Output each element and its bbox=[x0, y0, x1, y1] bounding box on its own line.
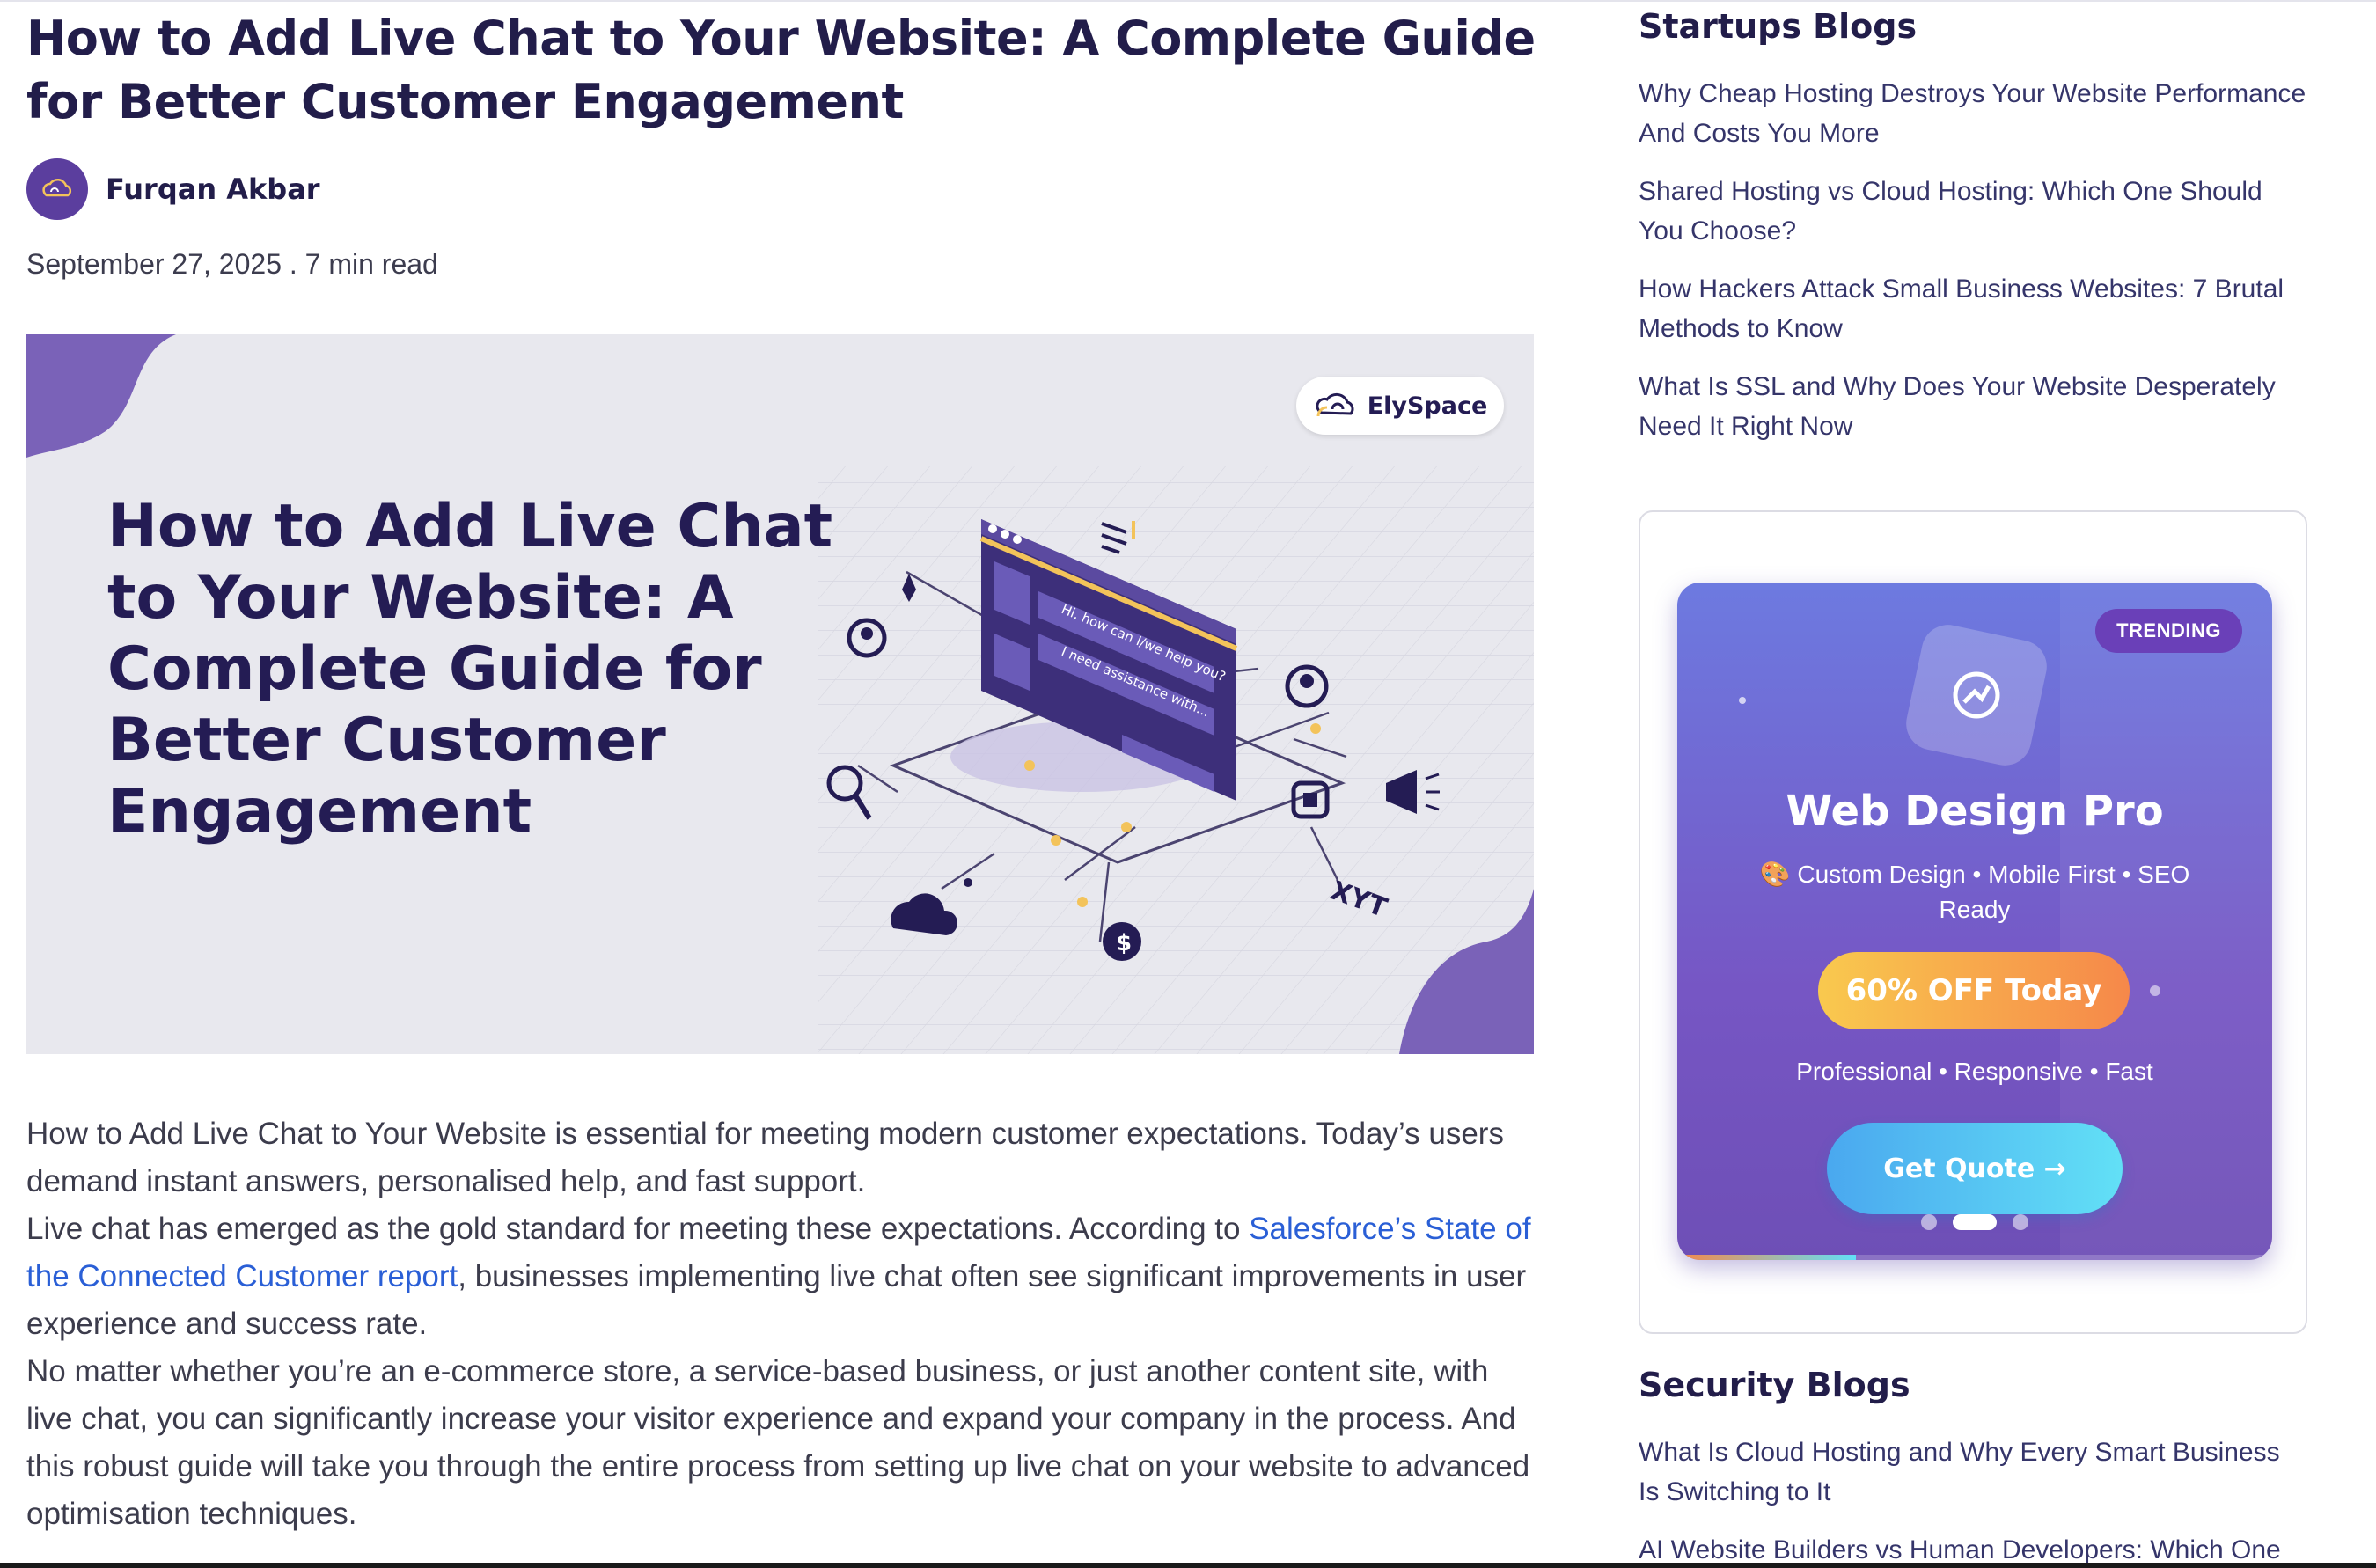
brand-badge: ElySpace bbox=[1296, 377, 1504, 435]
blog-link[interactable]: What Is SSL and Why Does Your Website De… bbox=[1639, 367, 2307, 446]
post-meta: September 27, 2025 . 7 min read bbox=[26, 248, 438, 280]
promo-widget: TRENDING Web Design Pro 🎨 Custom Design … bbox=[1639, 510, 2307, 1334]
discount-badge: 60% OFF Today bbox=[1818, 952, 2130, 1029]
trending-badge: TRENDING bbox=[2095, 609, 2242, 653]
carousel-progress bbox=[1677, 1255, 2272, 1260]
promo-card[interactable]: TRENDING Web Design Pro 🎨 Custom Design … bbox=[1677, 583, 2272, 1260]
sidebar: Startups Blogs Why Cheap Hosting Destroy… bbox=[1639, 0, 2307, 1564]
carousel-dot[interactable] bbox=[1921, 1214, 1937, 1230]
article-body: How to Add Live Chat to Your Website is … bbox=[26, 1110, 1536, 1538]
paragraph-guide: No matter whether you’re an e-commerce s… bbox=[26, 1354, 1530, 1531]
elyspace-logo-icon bbox=[42, 178, 72, 197]
article-title: How to Add Live Chat to Your Website: A … bbox=[26, 11, 1536, 129]
elyspace-logo-icon bbox=[1316, 392, 1354, 417]
paragraph-live-chat: Live chat has emerged as the gold standa… bbox=[26, 1205, 1536, 1348]
carousel-progress-fill bbox=[1677, 1255, 1856, 1260]
promo-icon bbox=[1901, 619, 2052, 771]
hero-title: How to Add Live Chat to Your Website: A … bbox=[107, 492, 833, 846]
dollar-icon: $ bbox=[1103, 922, 1141, 961]
blog-link[interactable]: How Hackers Attack Small Business Websit… bbox=[1639, 269, 2307, 348]
author-row[interactable]: Furqan Akbar bbox=[26, 158, 1536, 220]
design-logo-icon bbox=[1953, 671, 2000, 719]
security-blogs: Security Blogs What Is Cloud Hosting and… bbox=[1639, 1366, 2307, 1568]
article: How to Add Live Chat to Your Website: A … bbox=[26, 0, 1536, 1531]
blog-link[interactable]: What Is Cloud Hosting and Why Every Smar… bbox=[1639, 1432, 2307, 1512]
promo-features: 🎨 Custom Design • Mobile First • SEO Rea… bbox=[1759, 861, 2190, 923]
bottom-edge bbox=[0, 1563, 2376, 1568]
startups-blogs-heading: Startups Blogs bbox=[1639, 7, 1918, 46]
author-name[interactable]: Furqan Akbar bbox=[106, 172, 320, 206]
paragraph-intro: How to Add Live Chat to Your Website is … bbox=[26, 1117, 1504, 1198]
carousel-dot[interactable] bbox=[2013, 1214, 2028, 1230]
startups-blog-list: Why Cheap Hosting Destroys Your Website … bbox=[1639, 74, 2307, 446]
paragraph-text: Live chat has emerged as the gold standa… bbox=[26, 1212, 1250, 1246]
brand-name: ElySpace bbox=[1367, 392, 1488, 420]
blog-link[interactable]: Shared Hosting vs Cloud Hosting: Which O… bbox=[1639, 172, 2307, 251]
promo-title: Web Design Pro bbox=[1786, 787, 2164, 836]
security-blogs-heading: Security Blogs bbox=[1639, 1366, 1910, 1404]
promo-tagline: Professional • Responsive • Fast bbox=[1796, 1058, 2153, 1085]
blog-link[interactable]: Why Cheap Hosting Destroys Your Website … bbox=[1639, 74, 2307, 153]
carousel-dots bbox=[1677, 1214, 2272, 1230]
hero-image: Hi, how can I/we help you? I need assist… bbox=[26, 334, 1534, 1054]
svg-text:$: $ bbox=[1116, 930, 1132, 956]
carousel-dot-active[interactable] bbox=[1953, 1214, 1997, 1230]
get-quote-button[interactable]: Get Quote → bbox=[1827, 1123, 2123, 1214]
security-blog-list: What Is Cloud Hosting and Why Every Smar… bbox=[1639, 1432, 2307, 1568]
avatar[interactable] bbox=[26, 158, 88, 220]
